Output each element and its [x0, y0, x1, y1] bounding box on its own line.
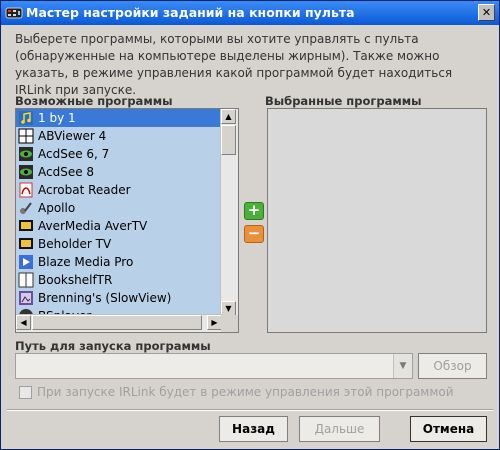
- back-button[interactable]: Назад: [219, 416, 288, 442]
- program-list-item-label: ABViewer 4: [38, 129, 107, 143]
- program-list-item-label: Beholder TV: [38, 237, 112, 251]
- scroll-right-button[interactable]: ▶: [207, 315, 222, 330]
- startup-mode-label: При запуске IRLink будет в режиме управл…: [37, 385, 454, 399]
- program-list-item-label: AverMedia AverTV: [38, 219, 148, 233]
- browse-button[interactable]: Обзор: [418, 353, 487, 379]
- music-note-icon: [18, 110, 34, 126]
- program-list-item-label: Brenning's (SlowView): [38, 291, 172, 305]
- selected-programs-list[interactable]: [267, 108, 487, 333]
- program-list-item[interactable]: AcdSee 6, 7: [16, 145, 222, 163]
- pdf-icon: [18, 182, 34, 198]
- book-icon: [18, 272, 34, 288]
- tv-icon: [18, 218, 34, 234]
- program-list-item[interactable]: Blaze Media Pro: [16, 253, 222, 271]
- program-list-item-label: 1 by 1: [38, 111, 76, 125]
- program-list-item[interactable]: Brenning's (SlowView): [16, 289, 222, 307]
- eye-icon: [18, 146, 34, 162]
- close-icon: ✕: [481, 6, 492, 19]
- bottom-separator: [7, 409, 493, 411]
- title-bar[interactable]: Мастер настройки заданий на кнопки пульт…: [1, 1, 499, 25]
- scroll-up-button[interactable]: ▲: [221, 109, 236, 124]
- program-list-item-label: BookshelfTR: [38, 273, 113, 287]
- program-list-item[interactable]: AverMedia AverTV: [16, 217, 222, 235]
- path-label: Путь для запуска программы: [15, 339, 211, 353]
- window-title: Мастер настройки заданий на кнопки пульт…: [26, 5, 355, 20]
- program-list-item[interactable]: BookshelfTR: [16, 271, 222, 289]
- horizontal-scroll-thumb[interactable]: [32, 315, 202, 330]
- grid-icon: [18, 128, 34, 144]
- tv-icon: [18, 236, 34, 252]
- next-button[interactable]: Дальше: [299, 416, 380, 442]
- selected-programs-label: Выбранные программы: [265, 94, 422, 108]
- program-list-item[interactable]: Apollo: [16, 199, 222, 217]
- program-list-item-label: AcdSee 6, 7: [38, 147, 110, 161]
- intro-text: Выберете программы, которыми вы хотите у…: [15, 32, 453, 97]
- program-list-item[interactable]: AcdSee 8: [16, 163, 222, 181]
- eye-icon: [18, 164, 34, 180]
- scroll-left-button[interactable]: ◀: [16, 315, 31, 330]
- cancel-button[interactable]: Отмена: [410, 416, 487, 442]
- startup-mode-checkbox[interactable]: [19, 386, 32, 399]
- chevron-down-icon[interactable]: ▼: [393, 354, 412, 378]
- scroll-corner: [221, 315, 238, 332]
- program-list-item[interactable]: Acrobat Reader: [16, 181, 222, 199]
- program-list-item-label: Blaze Media Pro: [38, 255, 134, 269]
- program-list-item[interactable]: Beholder TV: [16, 235, 222, 253]
- program-list-item[interactable]: ABViewer 4: [16, 127, 222, 145]
- program-list-item[interactable]: 1 by 1: [16, 109, 222, 127]
- close-button[interactable]: ✕: [478, 4, 495, 21]
- image-icon: [18, 290, 34, 306]
- media-icon: [18, 254, 34, 270]
- horizontal-scrollbar[interactable]: ◀ ▶: [16, 314, 222, 332]
- remove-program-button[interactable]: −: [244, 225, 264, 243]
- program-list-item-label: Acrobat Reader: [38, 183, 131, 197]
- scroll-down-button[interactable]: ▼: [221, 301, 236, 316]
- program-path-combobox[interactable]: ▼: [15, 353, 413, 379]
- vertical-scrollbar[interactable]: ▲ ▼: [220, 109, 238, 316]
- program-list-item-label: AcdSee 8: [38, 165, 95, 179]
- wizard-window: Мастер настройки заданий на кнопки пульт…: [0, 0, 500, 450]
- remote-control-icon: [5, 7, 23, 19]
- vertical-scroll-thumb[interactable]: [221, 125, 236, 155]
- available-programs-list[interactable]: 1 by 1 ABViewer 4 AcdSee 6, 7 AcdSee 8 Acrob…: [15, 108, 239, 333]
- music-icon: [18, 200, 34, 216]
- program-list-item-label: Apollo: [38, 201, 76, 215]
- available-programs-items: 1 by 1 ABViewer 4 AcdSee 6, 7 AcdSee 8 Acrob…: [16, 109, 222, 317]
- available-programs-label: Возможные программы: [15, 94, 173, 108]
- add-program-button[interactable]: +: [244, 202, 264, 220]
